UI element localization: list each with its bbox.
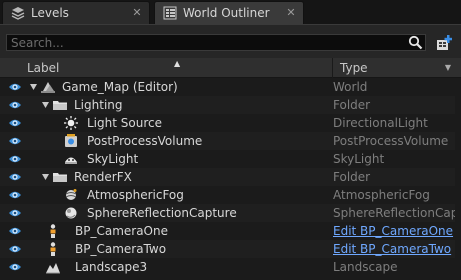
outliner-tree: Game_Map (Editor) World Lighting Folder Ligh… [0,78,461,276]
row-label[interactable]: Game_Map (Editor) [62,80,178,94]
sphere-reflection-capture-icon [65,207,77,219]
world-outliner-panel: Levels ✕ World Outliner ✕ Search... Labe… [0,0,461,280]
tab-world-outliner-label: World Outliner [183,6,270,20]
expand-arrow-icon[interactable] [29,82,38,91]
tree-row[interactable]: Landscape3 Landscape [0,258,461,276]
visibility-eye-icon[interactable] [8,189,22,201]
row-label[interactable]: AtmosphericFog [87,188,184,202]
tree-row[interactable]: SkyLight SkyLight [0,150,461,168]
blueprint-actor-icon [50,224,56,238]
close-icon[interactable]: ✕ [285,7,297,19]
edit-blueprint-link[interactable]: Edit BP_CameraOne [333,224,453,238]
visibility-eye-icon[interactable] [8,225,22,237]
tree-row[interactable]: Lighting Folder [0,96,461,114]
folder-icon [53,173,67,182]
visibility-eye-icon[interactable] [8,171,22,183]
column-divider[interactable] [332,58,333,78]
toolbar [0,24,461,58]
tree-row[interactable]: BP_CameraOne Edit BP_CameraOne [0,222,461,240]
visibility-eye-icon[interactable] [8,153,22,165]
row-label[interactable]: Landscape3 [75,260,147,274]
row-type: SphereReflectionCaptu [333,206,461,220]
row-label[interactable]: BP_CameraTwo [75,242,166,256]
tab-levels[interactable]: Levels ✕ [2,1,150,24]
scrollbar-track[interactable] [455,78,461,280]
post-process-volume-icon [65,134,77,147]
edit-blueprint-link[interactable]: Edit BP_CameraTwo [333,242,451,256]
tree-row[interactable]: PostProcessVolume PostProcessVolume [0,132,461,150]
row-label[interactable]: PostProcessVolume [87,134,202,148]
row-type: AtmosphericFog [333,188,430,202]
search-input[interactable] [7,35,409,50]
expand-arrow-icon[interactable] [41,100,50,109]
chevron-down-icon[interactable]: ▼ [445,63,451,72]
tab-levels-label: Levels [31,6,69,20]
visibility-eye-icon[interactable] [8,99,22,111]
blueprint-actor-icon [50,242,56,256]
expand-arrow-icon[interactable] [41,172,50,181]
row-type: Folder [333,170,371,184]
sort-ascending-icon[interactable]: ▲ [174,59,180,68]
skylight-icon [65,157,77,164]
tree-row[interactable]: Light Source DirectionalLight [0,114,461,132]
visibility-eye-icon[interactable] [8,243,22,255]
visibility-eye-icon[interactable] [8,81,22,93]
close-icon[interactable]: ✕ [131,7,143,19]
column-header: Label ▲ Type ▼ [0,58,461,78]
search-icon[interactable] [408,35,423,50]
visibility-eye-icon[interactable] [8,117,22,129]
label-column-header[interactable]: Label [27,61,59,75]
row-type: Landscape [333,260,398,274]
row-type: World [333,80,368,94]
world-outliner-icon [163,6,177,20]
tab-world-outliner[interactable]: World Outliner ✕ [154,1,304,24]
view-options-icon[interactable] [435,34,455,52]
row-type: Folder [333,98,371,112]
row-label[interactable]: RenderFX [74,170,132,184]
type-column-header[interactable]: Type [340,61,368,75]
tree-row[interactable]: BP_CameraTwo Edit BP_CameraTwo [0,240,461,258]
tab-bar: Levels ✕ World Outliner ✕ [0,0,461,24]
tree-row[interactable]: SphereReflectionCapture SphereReflectionC… [0,204,461,222]
tree-row[interactable]: RenderFX Folder [0,168,461,186]
world-icon [41,82,55,93]
tree-row[interactable]: Game_Map (Editor) World [0,78,461,96]
visibility-eye-icon[interactable] [8,207,22,219]
row-type: DirectionalLight [333,116,428,130]
landscape-icon [46,263,60,274]
row-label[interactable]: Light Source [87,116,162,130]
atmospheric-fog-icon [65,189,77,200]
row-type: SkyLight [333,152,385,166]
row-label[interactable]: Lighting [74,98,123,112]
visibility-eye-icon[interactable] [8,261,22,273]
search-box [6,34,426,51]
directional-light-icon [64,116,78,130]
row-type: PostProcessVolume [333,134,449,148]
folder-icon [53,101,67,110]
visibility-eye-icon[interactable] [8,135,22,147]
row-label[interactable]: SkyLight [87,152,138,166]
levels-icon [11,7,25,20]
row-label[interactable]: SphereReflectionCapture [87,206,237,220]
tree-row[interactable]: AtmosphericFog AtmosphericFog [0,186,461,204]
row-label[interactable]: BP_CameraOne [75,224,168,238]
